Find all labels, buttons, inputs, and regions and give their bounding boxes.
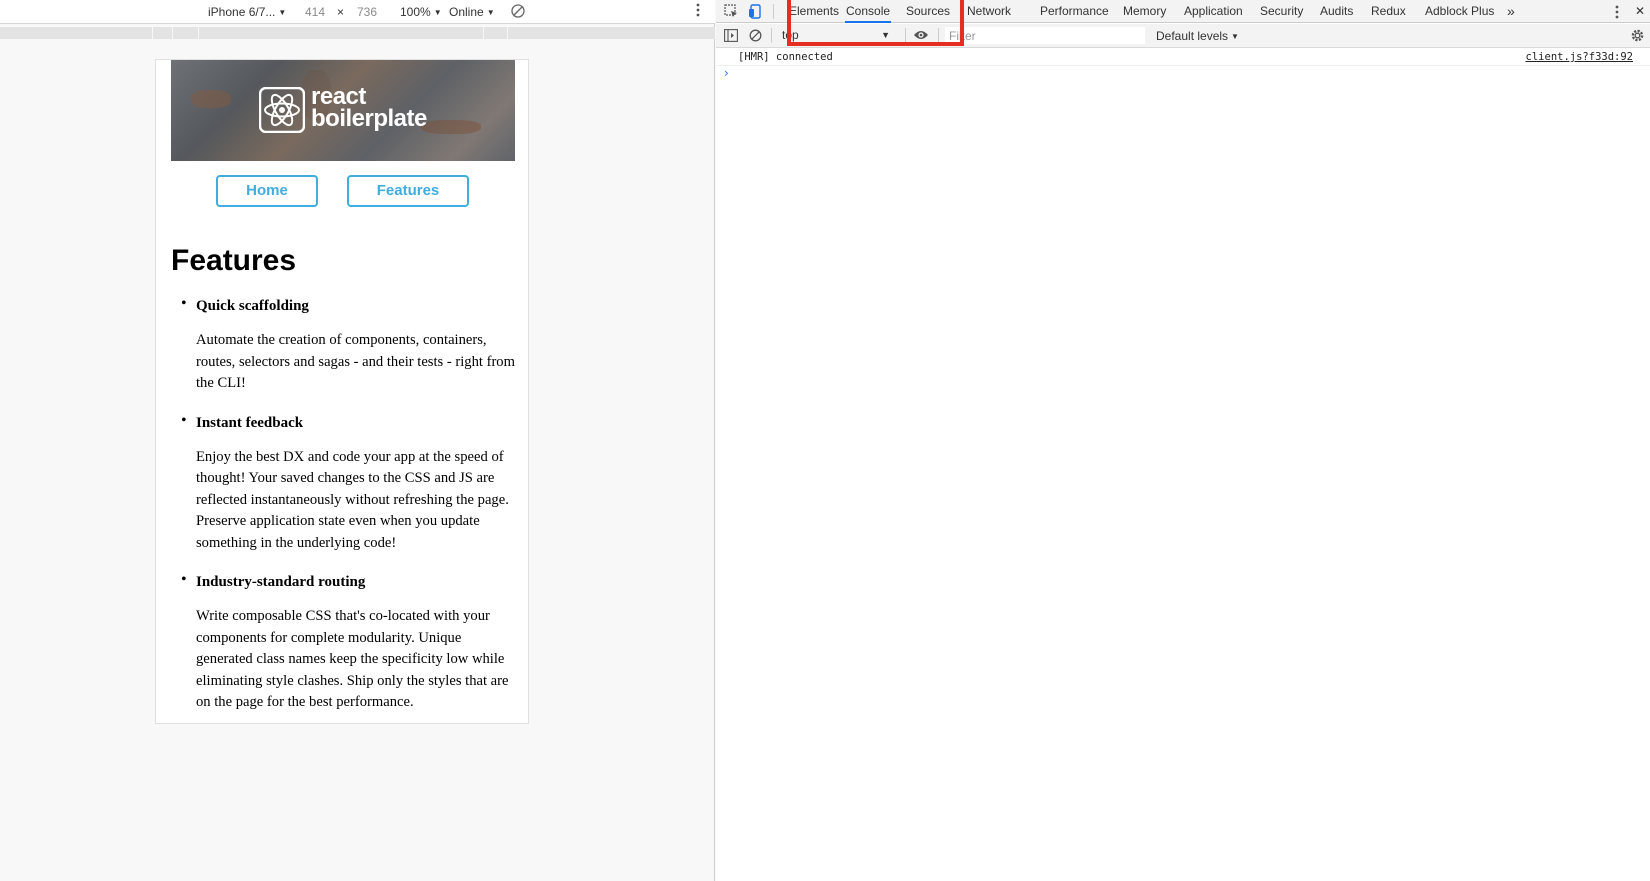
console-prompt[interactable]: › — [724, 66, 729, 80]
context-select[interactable]: top ▼ — [778, 27, 898, 44]
log-levels-value: Default levels — [1156, 29, 1229, 43]
console-message-source-link[interactable]: client.js?f33d:92 — [1526, 51, 1633, 63]
zoom-value: 100% — [400, 5, 431, 19]
console-output: [HMR] connected client.js?f33d:92 › — [716, 49, 1650, 881]
tab-performance[interactable]: Performance — [1039, 0, 1110, 23]
chevron-down-icon: ▼ — [486, 8, 495, 17]
filter-input[interactable] — [945, 27, 1145, 44]
feature-description: Write composable CSS that's co-located w… — [196, 608, 509, 710]
console-message-row: [HMR] connected client.js?f33d:92 — [716, 49, 1650, 66]
log-levels-select[interactable]: Default levels ▼ — [1156, 29, 1239, 43]
logo-wordmark: react boilerplate — [311, 85, 427, 132]
feature-description: Automate the creation of components, con… — [196, 332, 515, 391]
home-button[interactable]: Home — [216, 175, 318, 207]
network-select[interactable]: Online ▼ — [449, 5, 495, 19]
feature-title: Instant feedback — [196, 414, 304, 431]
features-button[interactable]: Features — [347, 175, 469, 207]
chevron-down-icon: ▼ — [278, 8, 287, 17]
tab-sources[interactable]: Sources — [905, 0, 951, 23]
tab-redux[interactable]: Redux — [1370, 0, 1407, 23]
tab-memory[interactable]: Memory — [1122, 0, 1167, 23]
zoom-select[interactable]: 100% ▼ — [400, 5, 442, 19]
console-toolbar: top ▼ Default levels▼ — [716, 24, 1650, 48]
devtools-menu-icon[interactable] — [1615, 5, 1619, 22]
viewport-height[interactable]: 736 — [357, 5, 377, 19]
dimension-separator: × — [337, 5, 345, 19]
device-name: iPhone 6/7... — [208, 5, 276, 19]
tab-application[interactable]: Application — [1183, 0, 1244, 23]
network-value: Online — [449, 5, 484, 19]
tab-audits[interactable]: Audits — [1319, 0, 1354, 23]
viewport-width[interactable]: 414 — [305, 5, 325, 19]
device-toolbar: iPhone 6/7... ▼ 414 × 736 100% ▼ Online ▼ — [0, 0, 715, 24]
device-select[interactable]: iPhone 6/7... ▼ — [208, 5, 286, 19]
page-title: Features — [171, 244, 297, 277]
chevron-down-icon: ▼ — [433, 8, 442, 17]
tab-console[interactable]: Console — [845, 0, 892, 23]
sidebar-toggle-icon[interactable] — [724, 29, 738, 45]
devtools-panel: Elements Console Sources Network Perform… — [716, 0, 1650, 881]
clear-console-icon[interactable] — [749, 29, 762, 45]
media-query-ruler[interactable] — [0, 27, 715, 39]
tab-adblock-plus[interactable]: Adblock Plus — [1424, 0, 1495, 23]
rotate-icon[interactable] — [510, 3, 526, 22]
chevron-down-icon: ▼ — [1231, 32, 1239, 41]
device-toggle-icon[interactable] — [748, 4, 763, 22]
list-item: Quick scaffolding Automate the creation … — [171, 295, 515, 395]
close-icon[interactable]: ✕ — [1634, 0, 1646, 23]
feature-title: Quick scaffolding — [196, 298, 309, 314]
logo-line-2: boilerplate — [311, 105, 427, 132]
tab-network[interactable]: Network — [966, 0, 1012, 23]
feature-title: Industry-standard routing — [196, 574, 366, 590]
header-banner: react boilerplate — [171, 60, 515, 161]
eye-icon[interactable] — [913, 29, 929, 44]
gear-icon[interactable] — [1630, 28, 1645, 46]
chevron-down-icon: ▼ — [881, 30, 890, 40]
context-value: top — [782, 28, 799, 42]
console-message: [HMR] connected — [738, 51, 833, 63]
tab-security[interactable]: Security — [1259, 0, 1304, 23]
inspect-element-icon[interactable] — [724, 4, 739, 22]
more-tabs-icon[interactable]: » — [1506, 0, 1516, 23]
page-viewport: react boilerplate Home Features Features… — [155, 59, 529, 724]
feature-description: Enjoy the best DX and code your app at t… — [196, 448, 509, 551]
more-options-icon[interactable] — [696, 3, 700, 20]
devtools-tab-bar: Elements Console Sources Network Perform… — [716, 0, 1650, 23]
feature-list: Quick scaffolding Automate the creation … — [171, 295, 515, 723]
tab-elements[interactable]: Elements — [788, 0, 840, 23]
list-item: Instant feedback Enjoy the best DX and c… — [171, 412, 515, 555]
list-item: Industry-standard routing Write composab… — [171, 571, 515, 714]
react-logo-icon — [259, 87, 305, 133]
device-emulation-pane: iPhone 6/7... ▼ 414 × 736 100% ▼ Online ▼ — [0, 0, 715, 881]
